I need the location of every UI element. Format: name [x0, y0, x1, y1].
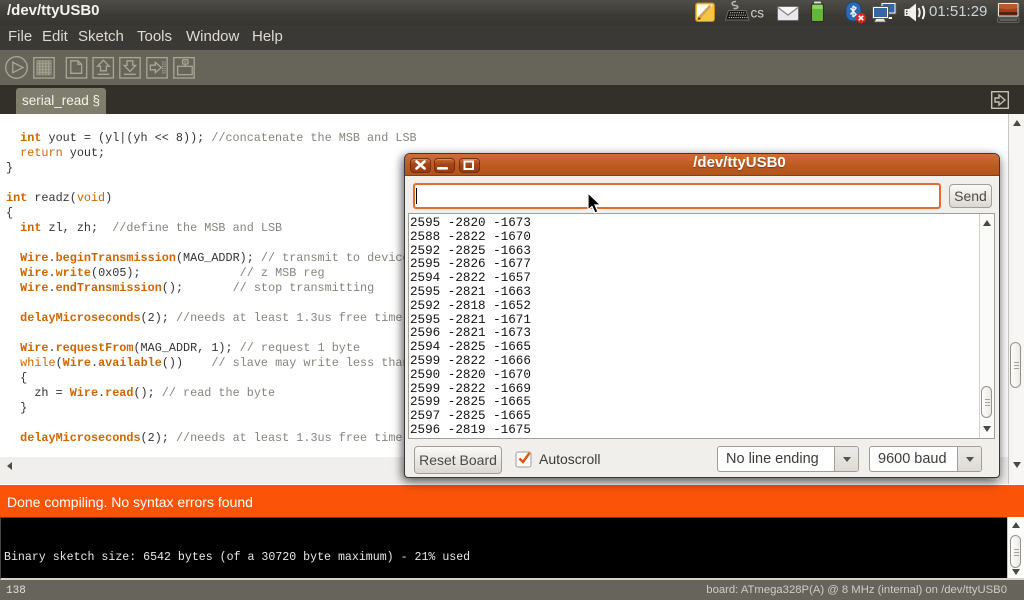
svg-text:cs: cs	[751, 6, 765, 21]
